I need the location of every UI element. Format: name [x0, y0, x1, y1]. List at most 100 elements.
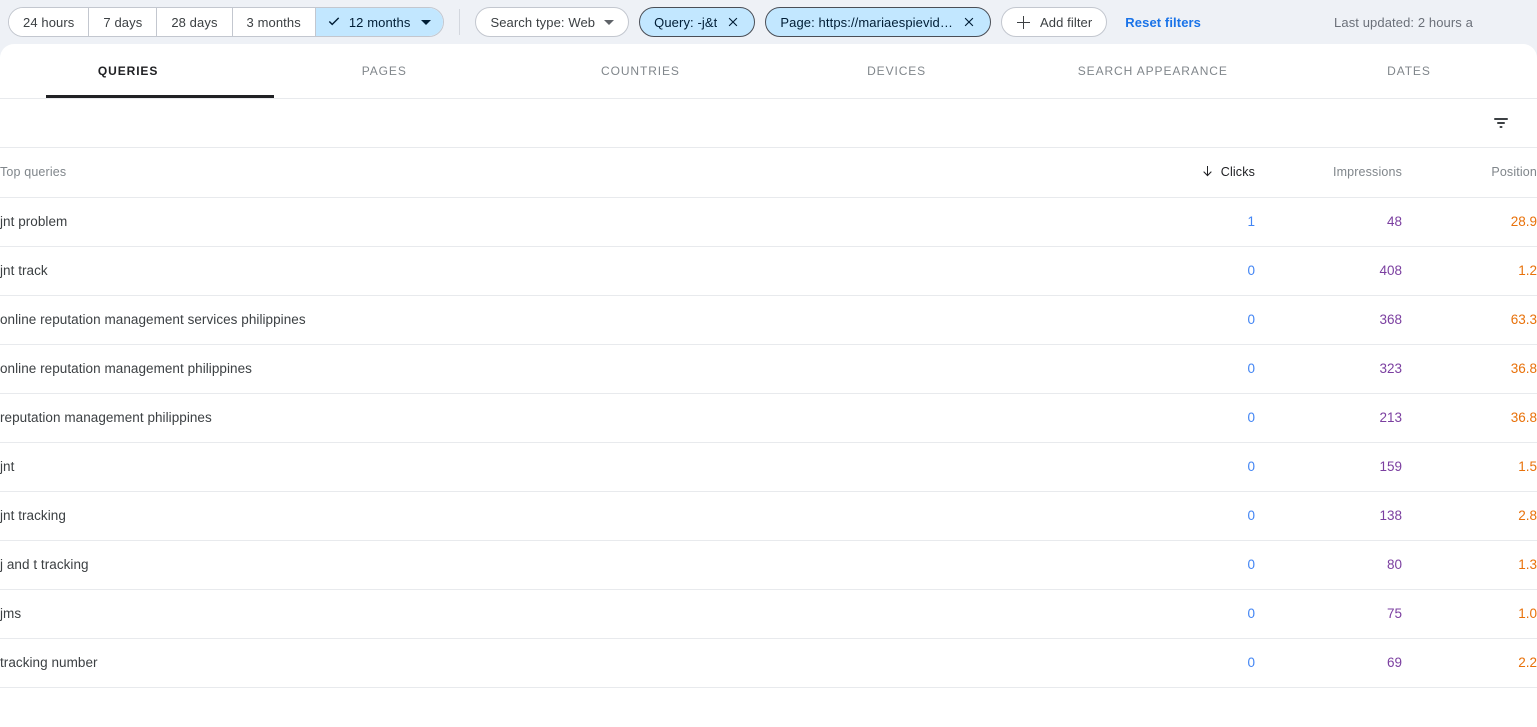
date-range-7-days[interactable]: 7 days	[89, 8, 158, 36]
table-row[interactable]: reputation management philippines 0 213 …	[0, 393, 1537, 443]
cell-impressions: 69	[1255, 638, 1402, 688]
column-header-clicks[interactable]: Clicks	[1130, 148, 1255, 198]
add-filter-label: Add filter	[1039, 14, 1093, 30]
column-label: Top queries	[0, 165, 67, 180]
tab-queries[interactable]: QUERIES	[0, 44, 256, 98]
tab-devices[interactable]: DEVICES	[769, 44, 1025, 98]
column-header-impressions[interactable]: Impressions	[1255, 148, 1402, 198]
cell-impressions: 48	[1255, 197, 1402, 247]
cell-clicks: 0	[1130, 638, 1255, 688]
cell-clicks: 0	[1130, 540, 1255, 590]
cell-impressions: 368	[1255, 295, 1402, 345]
check-icon	[326, 14, 342, 30]
table-row[interactable]: jnt track 0 408 1.2	[0, 246, 1537, 296]
table-row[interactable]: jms 0 75 1.0	[0, 589, 1537, 639]
cell-query: jnt tracking	[0, 491, 1130, 541]
date-range-label: 7 days	[103, 14, 143, 30]
add-filter-button[interactable]: Add filter	[1000, 7, 1108, 37]
cell-position: 1.0	[1402, 589, 1537, 639]
cell-clicks: 1	[1130, 197, 1255, 247]
tab-search-appearance[interactable]: SEARCH APPEARANCE	[1025, 44, 1281, 98]
column-label: Impressions	[1332, 165, 1402, 180]
performance-card: QUERIES PAGES COUNTRIES DEVICES SEARCH A…	[0, 44, 1537, 727]
cell-position: 28.9	[1402, 197, 1537, 247]
cell-clicks: 0	[1130, 442, 1255, 492]
chip-page-filter[interactable]: Page: https://mariaespievid…	[765, 7, 991, 37]
performance-table: Top queries Clicks Impressions Position …	[0, 148, 1537, 688]
chevron-down-icon	[421, 19, 432, 25]
column-header-position[interactable]: Position	[1402, 148, 1537, 198]
cell-clicks: 0	[1130, 295, 1255, 345]
cell-clicks: 0	[1130, 491, 1255, 541]
cell-query: online reputation management services ph…	[0, 295, 1130, 345]
cell-clicks: 0	[1130, 589, 1255, 639]
table-row[interactable]: j and t tracking 0 80 1.3	[0, 540, 1537, 590]
column-label: Position	[1491, 165, 1537, 180]
table-row[interactable]: jnt 0 159 1.5	[0, 442, 1537, 492]
cell-position: 63.3	[1402, 295, 1537, 345]
tab-dates[interactable]: DATES	[1281, 44, 1537, 98]
cell-impressions: 408	[1255, 246, 1402, 296]
tab-pages[interactable]: PAGES	[256, 44, 512, 98]
dimension-tabs: QUERIES PAGES COUNTRIES DEVICES SEARCH A…	[0, 44, 1537, 98]
cell-query: jnt problem	[0, 197, 1130, 247]
cell-position: 2.2	[1402, 638, 1537, 688]
cell-query: reputation management philippines	[0, 393, 1130, 443]
tab-countries[interactable]: COUNTRIES	[512, 44, 768, 98]
date-range-12-months[interactable]: 12 months	[315, 8, 444, 36]
table-row[interactable]: online reputation management services ph…	[0, 295, 1537, 345]
filter-toolbar: 24 hours 7 days 28 days 3 months 12 mont…	[0, 0, 1537, 44]
table-head: Top queries Clicks Impressions Position	[0, 148, 1537, 198]
plus-icon	[1016, 15, 1031, 30]
reset-filters-link[interactable]: Reset filters	[1125, 15, 1201, 30]
table-row[interactable]: online reputation management philippines…	[0, 344, 1537, 394]
date-range-label: 24 hours	[23, 14, 75, 30]
cell-impressions: 138	[1255, 491, 1402, 541]
active-tab-indicator	[46, 95, 274, 98]
table-body: jnt problem 1 48 28.9 jnt track 0 408 1.…	[0, 197, 1537, 688]
chevron-down-icon	[604, 19, 615, 25]
cell-clicks: 0	[1130, 246, 1255, 296]
table-row[interactable]: jnt tracking 0 138 2.8	[0, 491, 1537, 541]
cell-impressions: 159	[1255, 442, 1402, 492]
cell-query: jms	[0, 589, 1130, 639]
cell-impressions: 75	[1255, 589, 1402, 639]
last-updated-text: Last updated: 2 hours a	[1334, 14, 1473, 30]
chip-search-type[interactable]: Search type: Web	[475, 7, 630, 37]
date-range-label: 12 months	[348, 14, 411, 30]
date-range-label: 28 days	[171, 14, 218, 30]
cell-query: j and t tracking	[0, 540, 1130, 590]
cell-position: 2.8	[1402, 491, 1537, 541]
cell-position: 1.2	[1402, 246, 1537, 296]
table-header-row: Top queries Clicks Impressions Position	[0, 148, 1537, 198]
date-range-label: 3 months	[246, 14, 301, 30]
date-range-24-hours[interactable]: 24 hours	[9, 8, 90, 36]
cell-impressions: 323	[1255, 344, 1402, 394]
cell-position: 36.8	[1402, 393, 1537, 443]
toolbar-divider	[459, 9, 461, 35]
cell-impressions: 80	[1255, 540, 1402, 590]
date-range-3-months[interactable]: 3 months	[232, 8, 316, 36]
cell-impressions: 213	[1255, 393, 1402, 443]
cell-clicks: 0	[1130, 344, 1255, 394]
cell-position: 36.8	[1402, 344, 1537, 394]
cell-query: jnt	[0, 442, 1130, 492]
chip-label: Query: -j&t	[654, 14, 718, 30]
close-icon[interactable]	[962, 15, 976, 29]
filter-funnel-icon[interactable]	[1485, 107, 1517, 139]
table-row[interactable]: jnt problem 1 48 28.9	[0, 197, 1537, 247]
column-header-top-queries[interactable]: Top queries	[0, 148, 1130, 198]
chip-query-filter[interactable]: Query: -j&t	[639, 7, 756, 37]
chip-label: Search type: Web	[490, 14, 596, 30]
date-range-segmented-control[interactable]: 24 hours 7 days 28 days 3 months 12 mont…	[8, 7, 445, 37]
cell-position: 1.3	[1402, 540, 1537, 590]
chip-label: Page: https://mariaespievid…	[780, 14, 953, 30]
table-toolbar	[0, 99, 1537, 148]
table-row[interactable]: tracking number 0 69 2.2	[0, 638, 1537, 688]
cell-position: 1.5	[1402, 442, 1537, 492]
cell-query: tracking number	[0, 638, 1130, 688]
column-label: Clicks	[1220, 165, 1255, 180]
cell-query: online reputation management philippines	[0, 344, 1130, 394]
close-icon[interactable]	[726, 15, 740, 29]
date-range-28-days[interactable]: 28 days	[157, 8, 233, 36]
